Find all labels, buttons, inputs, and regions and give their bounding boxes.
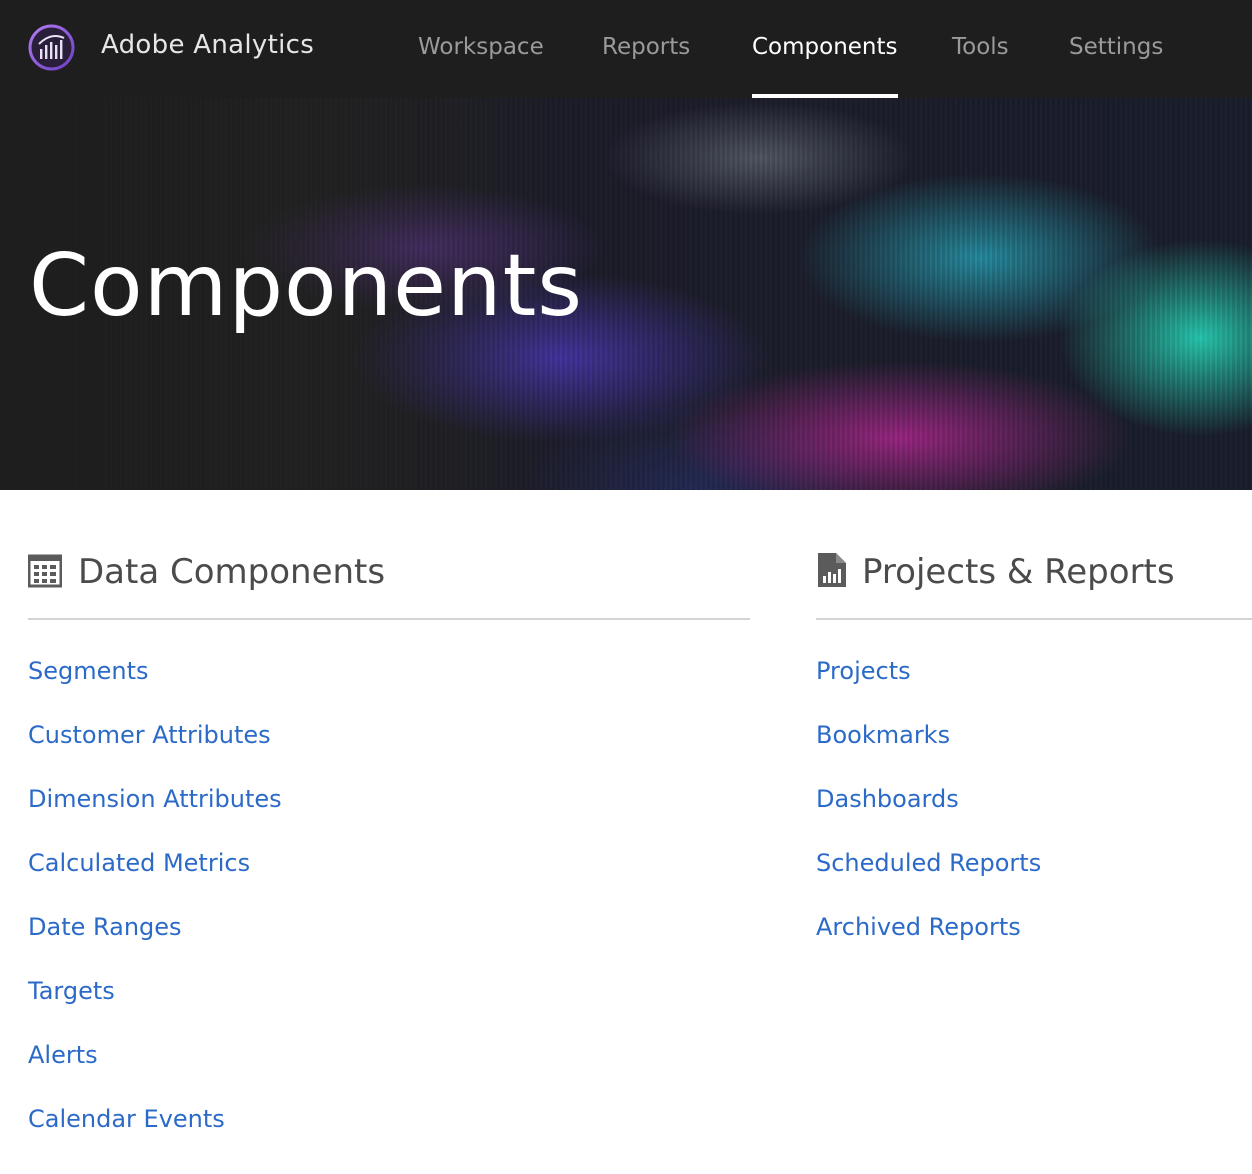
hero-banner: Components xyxy=(0,98,1252,490)
nav-tab-settings[interactable]: Settings xyxy=(1069,32,1163,98)
list-item: Segments xyxy=(28,655,750,719)
projects-reports-section: Projects & Reports Projects Bookmarks Da… xyxy=(816,540,1252,975)
list-item: Targets xyxy=(28,975,750,1039)
link-date-ranges[interactable]: Date Ranges xyxy=(28,911,182,943)
section-title: Data Components xyxy=(78,552,386,592)
projects-reports-links: Projects Bookmarks Dashboards Scheduled … xyxy=(816,655,1252,975)
list-item: Calendar Events xyxy=(28,1103,750,1167)
list-item: Projects xyxy=(816,655,1252,719)
nav-tab-tools[interactable]: Tools xyxy=(952,32,1009,98)
link-calendar-events[interactable]: Calendar Events xyxy=(28,1103,225,1135)
link-archived-reports[interactable]: Archived Reports xyxy=(816,911,1021,943)
link-dimension-attributes[interactable]: Dimension Attributes xyxy=(28,783,282,815)
link-segments[interactable]: Segments xyxy=(28,655,149,687)
list-item: Calculated Metrics xyxy=(28,847,750,911)
nav-tab-components[interactable]: Components xyxy=(752,32,898,98)
list-item: Dashboards xyxy=(816,783,1252,847)
list-item: Date Ranges xyxy=(28,911,750,975)
link-dashboards[interactable]: Dashboards xyxy=(816,783,959,815)
section-header: Projects & Reports xyxy=(816,540,1252,620)
top-nav-bar: Adobe Analytics Workspace Reports Compon… xyxy=(0,0,1252,98)
list-item: Customer Attributes xyxy=(28,719,750,783)
nav-tab-components-label: Components xyxy=(752,34,898,60)
link-calculated-metrics[interactable]: Calculated Metrics xyxy=(28,847,250,879)
list-item: Dimension Attributes xyxy=(28,783,750,847)
app-title[interactable]: Adobe Analytics xyxy=(101,28,314,62)
link-bookmarks[interactable]: Bookmarks xyxy=(816,719,950,751)
link-customer-attributes[interactable]: Customer Attributes xyxy=(28,719,271,751)
list-item: Bookmarks xyxy=(816,719,1252,783)
section-header: Data Components xyxy=(28,540,750,620)
list-item: Scheduled Reports xyxy=(816,847,1252,911)
table-grid-icon xyxy=(28,554,62,588)
list-item: Alerts xyxy=(28,1039,750,1103)
report-document-icon xyxy=(818,553,846,587)
link-scheduled-reports[interactable]: Scheduled Reports xyxy=(816,847,1041,879)
nav-tab-workspace[interactable]: Workspace xyxy=(418,32,544,98)
list-item: Archived Reports xyxy=(816,911,1252,975)
nav-tab-reports[interactable]: Reports xyxy=(602,32,690,98)
data-components-section: Data Components Segments Customer Attrib… xyxy=(28,540,750,1167)
section-title: Projects & Reports xyxy=(862,552,1175,592)
page-title: Components xyxy=(29,236,584,336)
link-alerts[interactable]: Alerts xyxy=(28,1039,98,1071)
link-targets[interactable]: Targets xyxy=(28,975,115,1007)
data-components-links: Segments Customer Attributes Dimension A… xyxy=(28,655,750,1167)
link-projects[interactable]: Projects xyxy=(816,655,911,687)
adobe-analytics-logo-icon[interactable] xyxy=(27,24,76,71)
